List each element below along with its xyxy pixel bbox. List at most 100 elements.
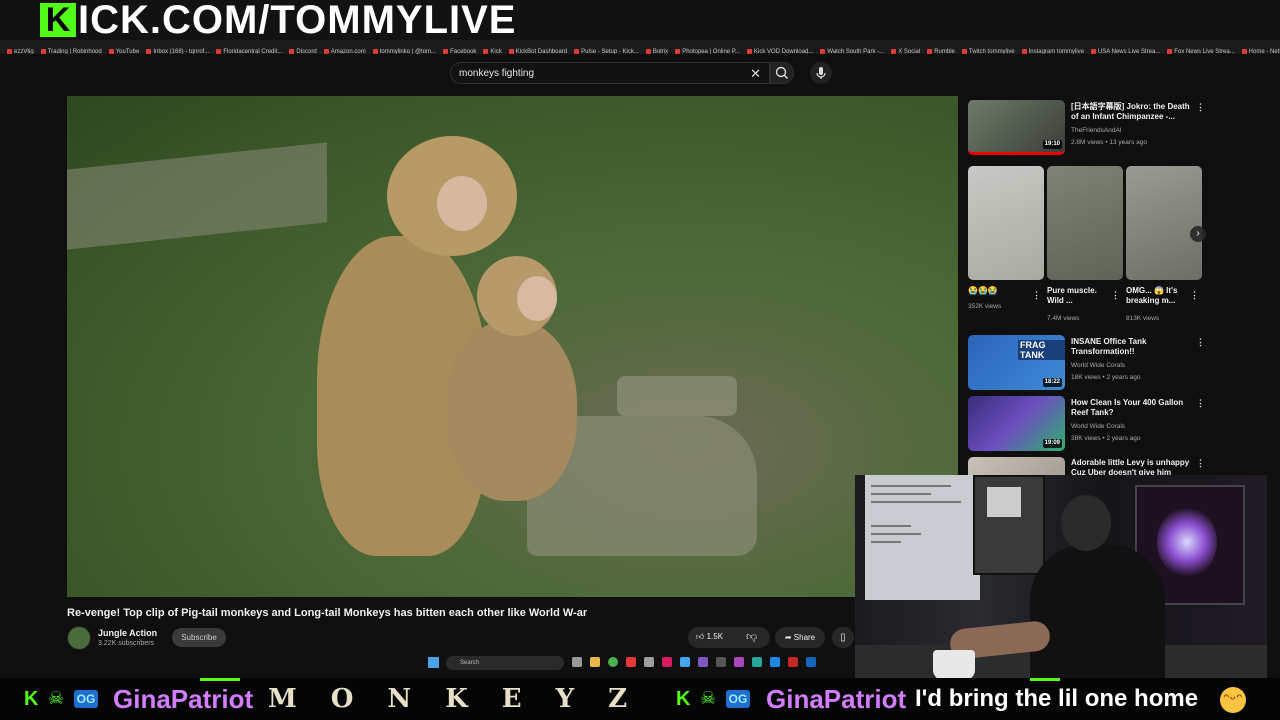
search-box[interactable]: monkeys fighting ✕ (450, 62, 770, 84)
bookmark-item[interactable]: Fox News Live Strea... (1167, 45, 1235, 54)
bookmark-item[interactable]: Kick (483, 45, 502, 54)
app-icon[interactable] (716, 657, 726, 667)
channel-name[interactable]: World Wide Corals (1071, 422, 1125, 431)
folder-icon[interactable] (590, 657, 600, 667)
like-button[interactable]: 👍︎ 1.5K (696, 632, 723, 642)
more-icon[interactable]: ⋮ (1196, 458, 1205, 469)
search-input[interactable]: monkeys fighting (459, 68, 534, 79)
short-title[interactable]: 😭😭😭 (968, 286, 1028, 296)
app-icon[interactable] (662, 657, 672, 667)
bookmark-item[interactable]: Kick VOD Download... (747, 45, 813, 54)
taskbar-search[interactable]: Search (446, 656, 564, 670)
more-icon[interactable]: ⋮ (1196, 337, 1205, 348)
bookmark-item[interactable]: YouTube (108, 45, 139, 54)
bookmark-item[interactable]: ezzVtig (7, 45, 34, 54)
save-button[interactable]: ▯ (832, 627, 854, 648)
video-thumbnail[interactable] (968, 457, 1065, 475)
video-thumbnail[interactable]: FRAG TANK 18:22 (968, 335, 1065, 390)
more-icon[interactable]: ⋮ (1196, 102, 1205, 113)
video-title[interactable]: INSANE Office Tank Transformation!! (1071, 337, 1196, 357)
bookmark-item[interactable]: X Social (891, 45, 920, 54)
close-icon[interactable]: ✕ (750, 66, 761, 82)
chrome-icon[interactable] (608, 657, 618, 667)
video-title[interactable]: [日本語字幕版] Jokro: the Death of an Infant C… (1071, 102, 1196, 122)
bookmark-favicon-icon (645, 48, 651, 54)
bookmark-item[interactable]: Facebook (443, 45, 476, 54)
short-thumbnail[interactable] (968, 166, 1044, 280)
bookmark-favicon-icon (483, 48, 489, 54)
windows-icon[interactable] (428, 657, 439, 668)
more-icon[interactable]: ⋮ (1196, 398, 1205, 409)
bookmark-item[interactable]: Pulse - Setup - Kick... (574, 45, 639, 54)
more-icon[interactable]: ⋮ (1032, 290, 1041, 301)
short-thumbnail[interactable] (1047, 166, 1123, 280)
bookmark-favicon-icon (1241, 48, 1247, 54)
bookmark-item[interactable]: Instagram tommylive (1021, 45, 1084, 54)
bookmark-label: Botrix (652, 49, 669, 54)
app-icon[interactable] (734, 657, 744, 667)
bookmark-item[interactable]: Photopea | Online P... (675, 45, 740, 54)
more-icon[interactable]: ⋮ (1111, 290, 1120, 301)
avatar[interactable] (67, 626, 91, 650)
bookmark-item[interactable]: tommylinko | @tom... (372, 45, 436, 54)
video-thumbnail[interactable]: 19:10 (968, 100, 1065, 155)
app-icon[interactable] (806, 657, 816, 667)
channel-name[interactable]: Jungle Action (98, 628, 157, 638)
bookmark-item[interactable]: Amazon.com (323, 45, 366, 54)
bookmark-item[interactable]: Floridacentral Credit... (216, 45, 282, 54)
bookmark-favicon-icon (961, 48, 967, 54)
kiss-emoji-icon: ᵔᵕᵔ (1220, 687, 1246, 713)
app-icon[interactable] (788, 657, 798, 667)
bookmark-item[interactable]: Discord (289, 45, 317, 54)
bookmark-item[interactable]: USA News Live Strea... (1090, 45, 1160, 54)
video-player[interactable] (67, 96, 958, 597)
short-title[interactable]: OMG... 😱 It's breaking m... (1126, 286, 1188, 306)
bookmark-favicon-icon (675, 48, 681, 54)
bookmark-item[interactable]: Inbox (168) - tqnrof... (146, 45, 209, 54)
app-icon[interactable] (680, 657, 690, 667)
baby-monkey (437, 256, 607, 506)
app-icon[interactable] (644, 657, 654, 667)
app-icon[interactable] (626, 657, 636, 667)
dislike-icon[interactable]: 👎︎ (746, 630, 757, 643)
bookmark-label: Kick (490, 49, 502, 54)
channel-name[interactable]: World Wide Corals (1071, 361, 1125, 370)
task-view-icon[interactable] (572, 657, 582, 667)
bookmark-item[interactable]: Rumble (927, 45, 955, 54)
short-title[interactable]: Pure muscle. Wild ... (1047, 286, 1109, 306)
video-thumbnail[interactable]: 19:09 (968, 396, 1065, 451)
chat-message: MONKEYZ (268, 684, 662, 714)
short-thumbnail[interactable] (1126, 166, 1202, 280)
app-icon[interactable] (770, 657, 780, 667)
app-icon[interactable] (752, 657, 762, 667)
share-label: Share (793, 633, 816, 642)
chevron-right-icon[interactable]: › (1190, 226, 1206, 242)
bookmark-item[interactable]: Twitch tommylive (961, 45, 1015, 54)
og-badge-icon: OG (74, 690, 98, 708)
video-title[interactable]: Adorable little Levy is unhappy Cuz Uber… (1071, 458, 1196, 475)
app-icon[interactable] (698, 657, 708, 667)
bookmark-label: Twitch tommylive (968, 49, 1015, 54)
bookmark-favicon-icon (40, 48, 46, 54)
chat-username: GinaPatriot (766, 684, 907, 714)
short-views: 813K views (1126, 315, 1160, 322)
subscribe-button[interactable]: Subscribe (172, 628, 226, 647)
channel-name[interactable]: TheFriendsAndAI (1071, 126, 1122, 135)
kick-badge-icon: K (24, 688, 39, 710)
more-icon[interactable]: ⋮ (1190, 290, 1199, 301)
like-dislike-group[interactable]: 👍︎ 1.5K 👎︎ (688, 627, 770, 648)
bookmark-label: Fox News Live Strea... (1174, 49, 1235, 54)
share-button[interactable]: ➦ Share (775, 627, 825, 648)
accent-line (1030, 678, 1060, 681)
bookmark-item[interactable]: Home - Netflix (1241, 45, 1280, 54)
video-title[interactable]: How Clean Is Your 400 Gallon Reef Tank? (1071, 398, 1196, 418)
taskbar: Search (420, 653, 860, 673)
bookmark-label: Watch South Park -... (827, 49, 885, 54)
bookmark-item[interactable]: Watch South Park -... (820, 45, 884, 54)
bookmark-item[interactable]: Trading | Robinhood (40, 45, 102, 54)
bookmark-favicon-icon (108, 48, 114, 54)
search-button[interactable] (770, 62, 794, 84)
bookmark-item[interactable]: KickBot Dashboard (508, 45, 567, 54)
bookmark-item[interactable]: Botrix (645, 45, 669, 54)
voice-search-button[interactable] (810, 62, 832, 84)
